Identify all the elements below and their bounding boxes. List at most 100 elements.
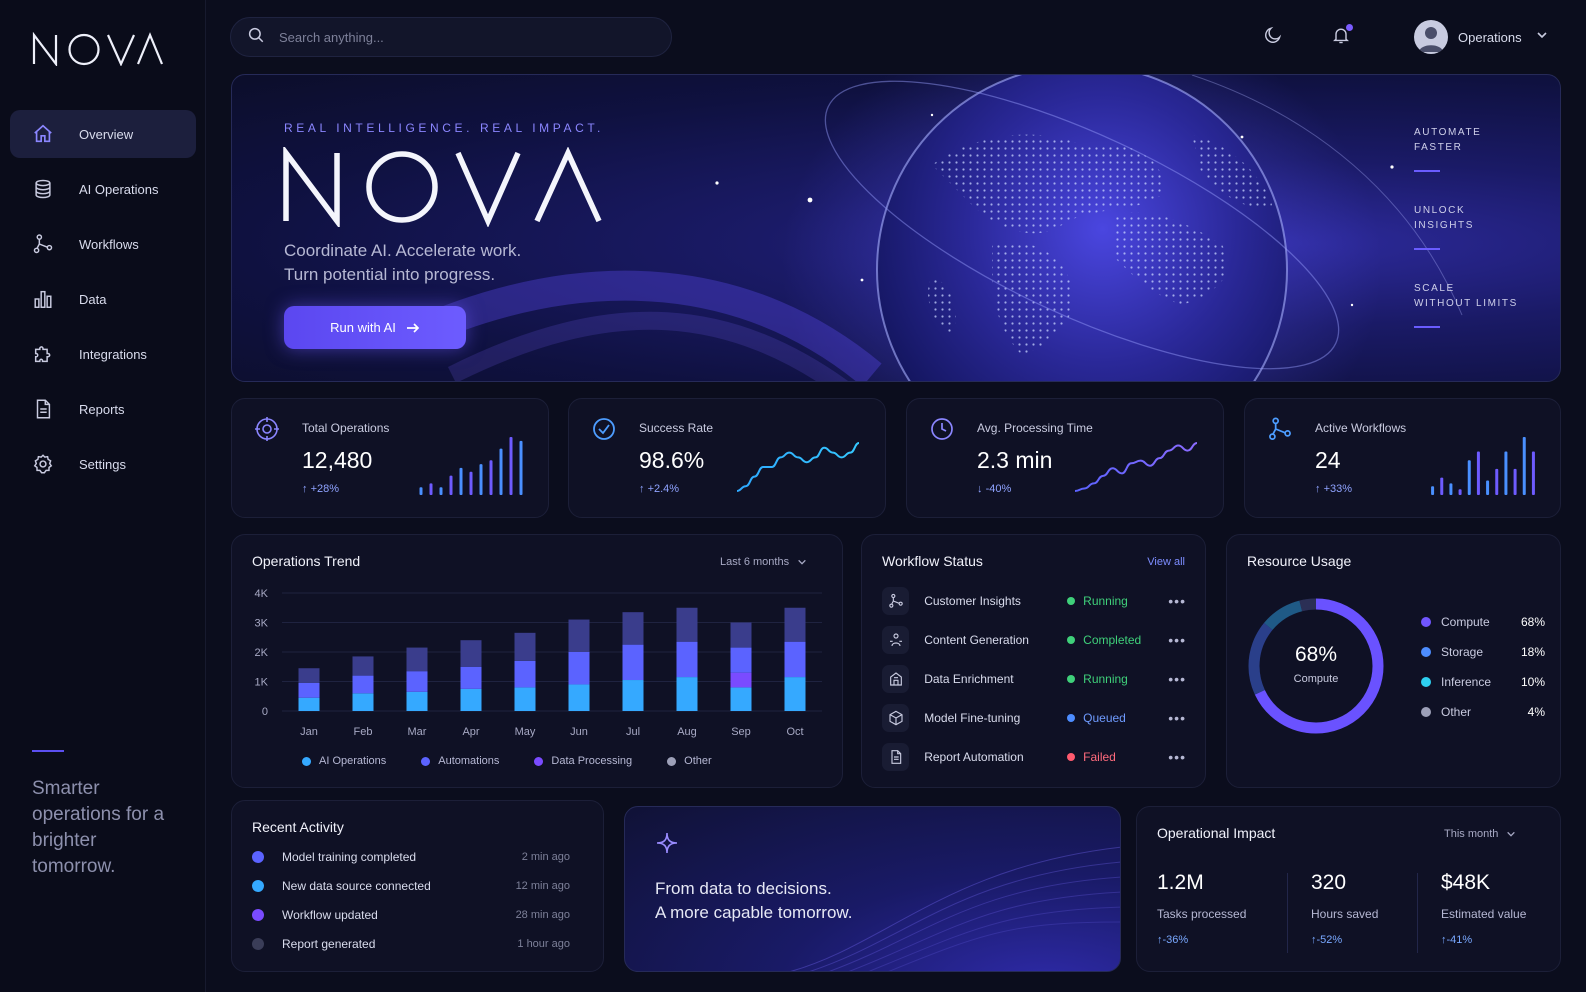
stat-change: ↑-36% <box>1157 934 1246 946</box>
spark-bar <box>1513 468 1517 495</box>
kpi-value: 24 <box>1315 447 1341 473</box>
workflow-row[interactable]: Model Fine-tuning Queued ••• <box>882 701 1186 735</box>
spark-bar <box>1458 489 1462 495</box>
dark-mode-toggle[interactable] <box>1261 25 1285 49</box>
operations-trend-title: Operations Trend <box>252 553 361 569</box>
impact-stat-value: $48K Estimated value ↑-41% <box>1441 871 1526 946</box>
kpi-change-value: +2.4% <box>647 483 680 495</box>
legend-item: Other <box>667 755 712 767</box>
legend-value: 10% <box>1520 675 1545 689</box>
sidebar: Overview AI Operations Workflows Data In… <box>0 0 206 992</box>
bar-segment <box>676 607 698 642</box>
operations-trend-card: Operations Trend Last 6 months 0 1K 2K 3K 4K… <box>231 534 843 788</box>
workflow-name: Content Generation <box>924 633 1029 647</box>
status-dot <box>1067 597 1076 605</box>
sidebar-tagline: Smarter operations for a brighter tomorr… <box>32 778 165 877</box>
legend-item-inference: Inference 10% <box>1421 673 1545 691</box>
spark-bar <box>499 448 503 495</box>
sidebar-item-workflows[interactable]: Workflows <box>10 220 196 268</box>
bar-segment <box>784 607 806 642</box>
status-dot <box>1067 675 1076 683</box>
spark-bar <box>1476 451 1480 495</box>
sidebar-item-ai-operations[interactable]: AI Operations <box>10 165 196 213</box>
chevron-down-icon <box>1507 831 1516 837</box>
sidebar-item-overview[interactable]: Overview <box>10 110 196 158</box>
x-tick-label: Jun <box>570 726 588 738</box>
sidebar-item-reports[interactable]: Reports <box>10 385 196 433</box>
side-item-underline <box>1414 170 1440 172</box>
sidebar-item-label: Settings <box>79 456 126 472</box>
workflow-row[interactable]: Customer Insights Running ••• <box>882 584 1186 618</box>
legend-label: Storage <box>1441 645 1484 659</box>
activity-item[interactable]: Report generated 1 hour ago <box>252 935 570 953</box>
x-tick-label: Oct <box>786 726 803 738</box>
hero-subtitle-line2: Turn potential into progress. <box>284 265 496 284</box>
hero-subtitle: Coordinate AI. Accelerate work. Turn pot… <box>284 239 624 287</box>
kpi-card-total-operations: Total Operations 12,480 ↑ +28% <box>231 398 549 518</box>
workflow-row[interactable]: Report Automation Failed ••• <box>882 740 1186 774</box>
x-tick-label: Jul <box>626 726 640 738</box>
more-options-icon[interactable]: ••• <box>1168 671 1186 687</box>
side-item-line2: INSIGHTS <box>1414 220 1475 231</box>
donut-center-label: Compute <box>1293 673 1339 685</box>
notifications-button[interactable] <box>1329 24 1353 49</box>
y-tick-label: 0 <box>262 706 268 718</box>
arrow-right-icon <box>406 321 420 335</box>
sidebar-item-data[interactable]: Data <box>10 275 196 323</box>
sidebar-item-label: Overview <box>79 126 134 142</box>
sidebar-item-integrations[interactable]: Integrations <box>10 330 196 378</box>
activity-item[interactable]: New data source connected 12 min ago <box>252 877 570 895</box>
view-all-link[interactable]: View all <box>1147 556 1185 568</box>
gear-icon <box>32 453 54 475</box>
side-item-line2: WITHOUT LIMITS <box>1414 298 1518 309</box>
donut-center: 68% Compute <box>1241 643 1391 685</box>
stat-change-value: -52% <box>1316 934 1343 946</box>
status-dot <box>1067 753 1076 761</box>
bar-segment <box>352 656 374 676</box>
bar-segment <box>352 693 374 711</box>
more-options-icon[interactable]: ••• <box>1168 593 1186 609</box>
activity-time: 1 hour ago <box>517 938 570 950</box>
moon-icon <box>1263 25 1283 50</box>
y-tick-label: 3K <box>255 618 269 630</box>
notification-dot <box>1346 24 1353 31</box>
range-select[interactable]: Last 6 months <box>720 556 807 568</box>
status-text: Queued <box>1083 711 1126 725</box>
run-with-ai-button[interactable]: Run with AI <box>284 306 466 349</box>
cube-icon <box>882 704 910 732</box>
period-select[interactable]: This month <box>1444 828 1516 840</box>
stat-label: Estimated value <box>1441 907 1527 921</box>
workflow-name: Report Automation <box>924 750 1024 764</box>
puzzle-icon <box>32 343 54 365</box>
more-options-icon[interactable]: ••• <box>1168 710 1186 726</box>
status-text: Running <box>1083 594 1128 608</box>
legend-item: Data Processing <box>534 755 632 767</box>
spark-bar <box>449 475 453 495</box>
sparkle-icon <box>655 831 679 860</box>
legend-item: AI Operations <box>302 755 386 767</box>
bar-segment <box>676 677 698 711</box>
side-item-line1: UNLOCK <box>1414 205 1466 216</box>
bar-segment <box>730 687 752 711</box>
search-bar[interactable] <box>230 17 672 57</box>
workflow-row[interactable]: Data Enrichment Running ••• <box>882 662 1186 696</box>
user-menu[interactable]: Operations <box>1414 19 1548 55</box>
activity-item[interactable]: Workflow updated 28 min ago <box>252 906 570 924</box>
more-options-icon[interactable]: ••• <box>1168 749 1186 765</box>
sidebar-item-settings[interactable]: Settings <box>10 440 196 488</box>
bar-chart-icon <box>32 288 54 310</box>
legend-value: 18% <box>1520 645 1545 659</box>
legend-dot <box>302 756 311 766</box>
workflow-row[interactable]: Content Generation Completed ••• <box>882 623 1186 657</box>
more-options-icon[interactable]: ••• <box>1168 632 1186 648</box>
workflow-icon <box>1267 416 1293 442</box>
bar-segment <box>406 671 428 692</box>
spark-bar <box>1495 468 1499 495</box>
search-input[interactable] <box>279 29 639 45</box>
kpi-sparkline <box>1431 437 1535 495</box>
hero-side-item-insights: UNLOCK INSIGHTS <box>1414 203 1544 250</box>
legend-item: Automations <box>421 755 499 767</box>
kpi-sparkline <box>419 437 523 495</box>
activity-item[interactable]: Model training completed 2 min ago <box>252 848 570 866</box>
promo-line1: From data to decisions. <box>655 879 832 898</box>
